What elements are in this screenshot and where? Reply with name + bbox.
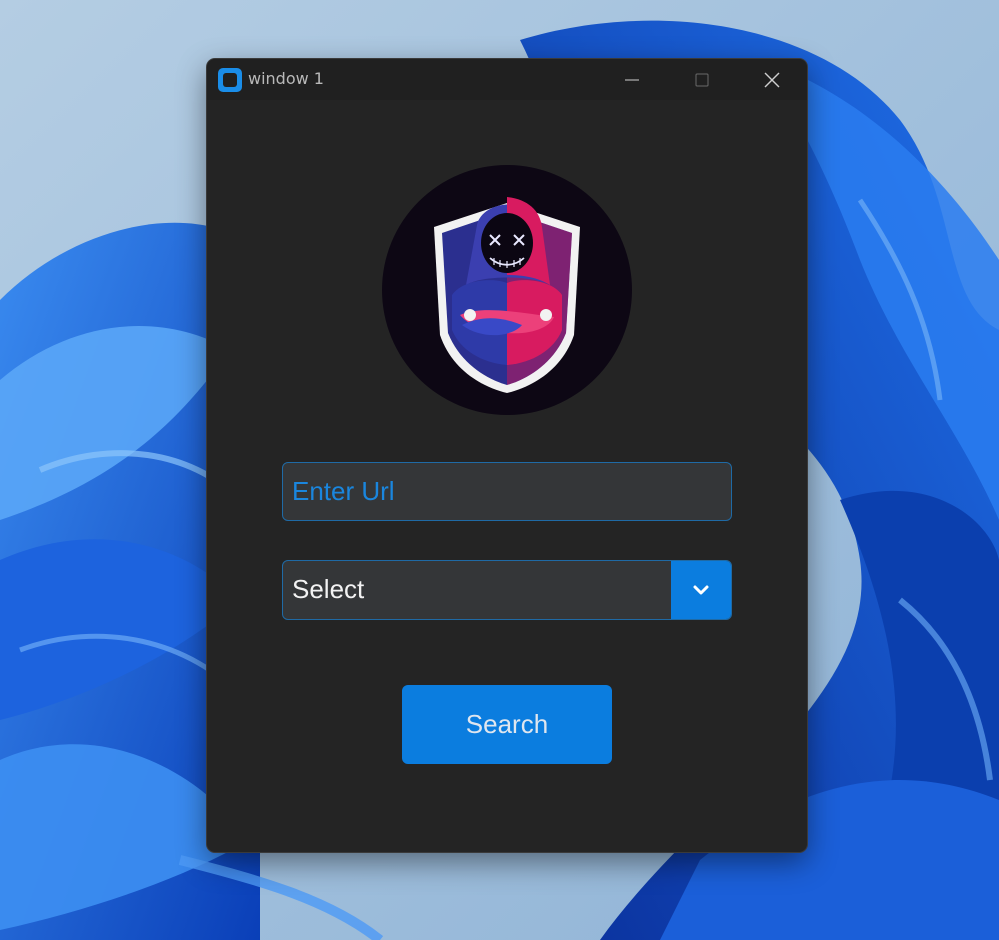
dropdown-toggle-button[interactable] [671,561,731,619]
maximize-icon [695,73,709,86]
maximize-button[interactable] [667,59,737,100]
minimize-icon [625,79,639,80]
chevron-down-icon [693,585,709,595]
app-window: window 1 Enter Url Select Search [207,59,807,852]
close-icon [764,72,780,87]
close-button[interactable] [737,59,807,100]
url-input[interactable] [282,462,732,521]
window-title: window 1 [248,69,324,88]
logo-image [382,165,632,415]
hooded-figure-logo-icon [434,197,580,393]
titlebar[interactable]: window 1 [207,59,807,100]
select-dropdown[interactable]: Select [282,560,732,620]
app-icon [218,68,242,92]
minimize-button[interactable] [597,59,667,100]
search-button[interactable]: Search [402,685,612,764]
select-value: Select [292,574,365,604]
